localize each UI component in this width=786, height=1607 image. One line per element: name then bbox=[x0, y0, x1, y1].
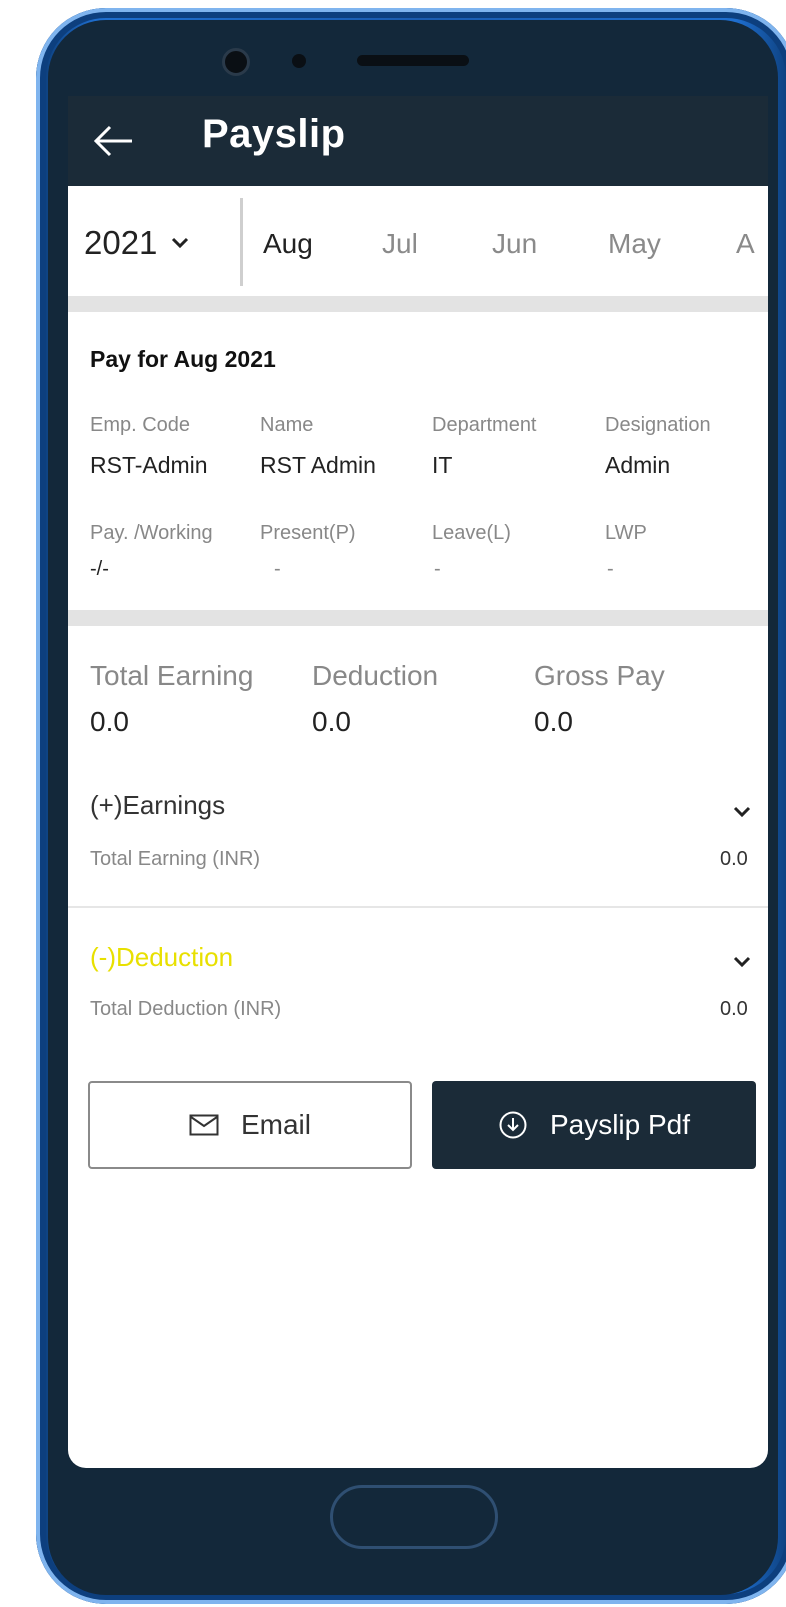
payslip-pdf-button-label: Payslip Pdf bbox=[549, 1109, 691, 1140]
gross-pay-label: Gross Pay bbox=[534, 660, 665, 691]
pay-working-label: Pay. /Working bbox=[90, 522, 213, 544]
section-gap bbox=[68, 296, 768, 312]
app-bar: Payslip bbox=[68, 96, 768, 186]
chevron-down-icon[interactable] bbox=[730, 950, 754, 974]
emp-code-label: Emp. Code bbox=[90, 414, 191, 436]
month-tab-jun[interactable]: Jun bbox=[492, 228, 537, 260]
lwp-label: LWP bbox=[605, 522, 647, 544]
chevron-down-icon bbox=[172, 237, 189, 249]
selector-divider bbox=[240, 198, 243, 286]
year-value: 2021 bbox=[84, 224, 158, 261]
present-label: Present(P) bbox=[260, 522, 356, 544]
total-earning-inr-label: Total Earning (INR) bbox=[90, 848, 261, 870]
email-button[interactable]: Email bbox=[88, 1081, 412, 1169]
name-label: Name bbox=[260, 414, 314, 436]
download-icon bbox=[499, 1111, 527, 1139]
month-tab-aug[interactable]: Aug bbox=[263, 228, 313, 260]
deduction-label: Deduction bbox=[312, 660, 439, 691]
lwp-value: - bbox=[607, 558, 614, 580]
year-dropdown[interactable]: 2021 bbox=[84, 224, 189, 262]
total-earning-inr-value: 0.0 bbox=[720, 848, 748, 870]
deduction-header[interactable]: (-)Deduction bbox=[90, 942, 233, 973]
front-camera bbox=[222, 48, 250, 76]
month-tab-partial[interactable]: A bbox=[736, 228, 755, 260]
deduction-value: 0.0 bbox=[312, 706, 351, 737]
email-button-label: Email bbox=[240, 1109, 311, 1140]
pay-period-title: Pay for Aug 2021 bbox=[90, 346, 276, 372]
earpiece-speaker bbox=[357, 55, 469, 66]
month-tab-jul[interactable]: Jul bbox=[382, 228, 418, 260]
section-gap bbox=[68, 610, 768, 626]
total-earning-value: 0.0 bbox=[90, 706, 129, 737]
month-selector: 2021 Aug Jul Jun May A bbox=[68, 186, 768, 296]
name-value: RST Admin bbox=[260, 452, 376, 478]
department-value: IT bbox=[432, 452, 453, 478]
leave-value: - bbox=[434, 558, 441, 580]
mail-icon bbox=[189, 1114, 219, 1136]
total-deduction-inr-value: 0.0 bbox=[720, 998, 748, 1020]
department-label: Department bbox=[432, 414, 537, 436]
page-title: Payslip bbox=[202, 112, 346, 156]
total-earning-label: Total Earning bbox=[90, 660, 254, 691]
payslip-pdf-button[interactable]: Payslip Pdf bbox=[432, 1081, 756, 1169]
earnings-header[interactable]: (+)Earnings bbox=[90, 790, 225, 821]
leave-label: Leave(L) bbox=[432, 522, 511, 544]
present-value: - bbox=[274, 558, 281, 580]
total-deduction-inr-label: Total Deduction (INR) bbox=[90, 998, 282, 1020]
designation-value: Admin bbox=[605, 452, 671, 478]
home-button[interactable] bbox=[330, 1485, 498, 1549]
section-divider bbox=[68, 906, 768, 908]
chevron-down-icon[interactable] bbox=[730, 800, 754, 824]
designation-label: Designation bbox=[605, 414, 711, 436]
gross-pay-value: 0.0 bbox=[534, 706, 573, 737]
back-arrow-icon[interactable] bbox=[90, 118, 136, 164]
app-screen: Payslip 2021 Aug Jul Jun May A Pay for A… bbox=[68, 96, 768, 1468]
emp-code-value: RST-Admin bbox=[90, 452, 208, 478]
proximity-sensor bbox=[292, 54, 306, 68]
month-tab-may[interactable]: May bbox=[608, 228, 661, 260]
pay-working-value: -/- bbox=[90, 558, 109, 580]
